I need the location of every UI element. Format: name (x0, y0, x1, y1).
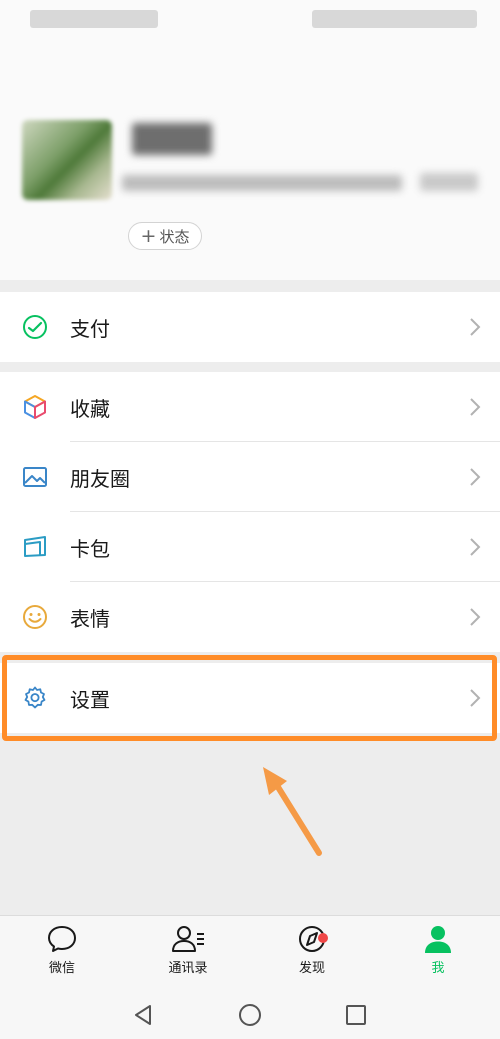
card-icon (24, 536, 46, 557)
tab-discover[interactable]: 发现 (272, 924, 352, 976)
pay-group: 支付 (0, 292, 500, 362)
qr-code-shortcut[interactable] (420, 173, 478, 191)
wallet-icon (23, 315, 47, 339)
settings-group: 设置 (0, 663, 500, 733)
menu-item-stickers[interactable]: 表情 (0, 582, 500, 652)
chevron-right-icon (470, 689, 481, 707)
profile-name (132, 123, 212, 155)
system-nav-bar (0, 990, 500, 1039)
status-bar-right (312, 10, 477, 28)
pointer-arrow-icon (263, 767, 322, 856)
tab-label: 通讯录 (168, 961, 208, 976)
status-bar-left (30, 10, 158, 28)
menu-item-favorites[interactable]: 收藏 (0, 372, 500, 442)
status-label: 状态 (159, 227, 190, 246)
image-icon (23, 467, 47, 487)
chevron-right-icon (470, 398, 481, 416)
cube-icon (24, 395, 46, 419)
smiley-icon (23, 605, 47, 629)
tab-chats[interactable]: 微信 (22, 924, 102, 976)
menu-item-label: 表情 (70, 606, 110, 631)
chevron-right-icon (470, 318, 481, 336)
chevron-right-icon (470, 608, 481, 626)
menu-item-label: 设置 (70, 687, 110, 712)
notification-dot (318, 933, 328, 943)
home-icon[interactable] (238, 1003, 262, 1027)
menu-item-label: 支付 (70, 316, 110, 341)
menu-item-label: 朋友圈 (70, 466, 130, 491)
contacts-icon (172, 926, 204, 952)
tab-label: 微信 (48, 961, 75, 976)
menu-item-cards[interactable]: 卡包 (0, 512, 500, 582)
menu-item-pay[interactable]: 支付 (0, 292, 500, 362)
tab-label: 我 (431, 961, 445, 976)
recents-icon[interactable] (344, 1003, 368, 1027)
gear-icon (24, 686, 46, 709)
chevron-right-icon (470, 538, 481, 556)
menu-item-label: 卡包 (70, 536, 110, 561)
chat-bubble-icon (48, 926, 76, 952)
plus-icon: + (140, 224, 157, 247)
menu-item-settings[interactable]: 设置 (0, 663, 500, 733)
main-menu-group: 收藏 朋友圈 卡包 表情 (0, 372, 500, 652)
person-icon (425, 926, 451, 953)
profile-header: + 状态 (0, 0, 500, 280)
profile-wechat-id (122, 175, 402, 191)
back-icon[interactable] (131, 1003, 155, 1027)
chevron-right-icon (470, 468, 481, 486)
add-status-button[interactable]: + 状态 (128, 222, 202, 250)
tab-label: 发现 (298, 961, 325, 976)
bottom-tab-bar: 微信 通讯录 发现 我 (0, 915, 500, 990)
menu-item-label: 收藏 (70, 396, 110, 421)
menu-item-moments[interactable]: 朋友圈 (0, 442, 500, 512)
avatar[interactable] (22, 120, 112, 200)
tab-me[interactable]: 我 (398, 924, 478, 976)
tab-contacts[interactable]: 通讯录 (148, 924, 228, 976)
